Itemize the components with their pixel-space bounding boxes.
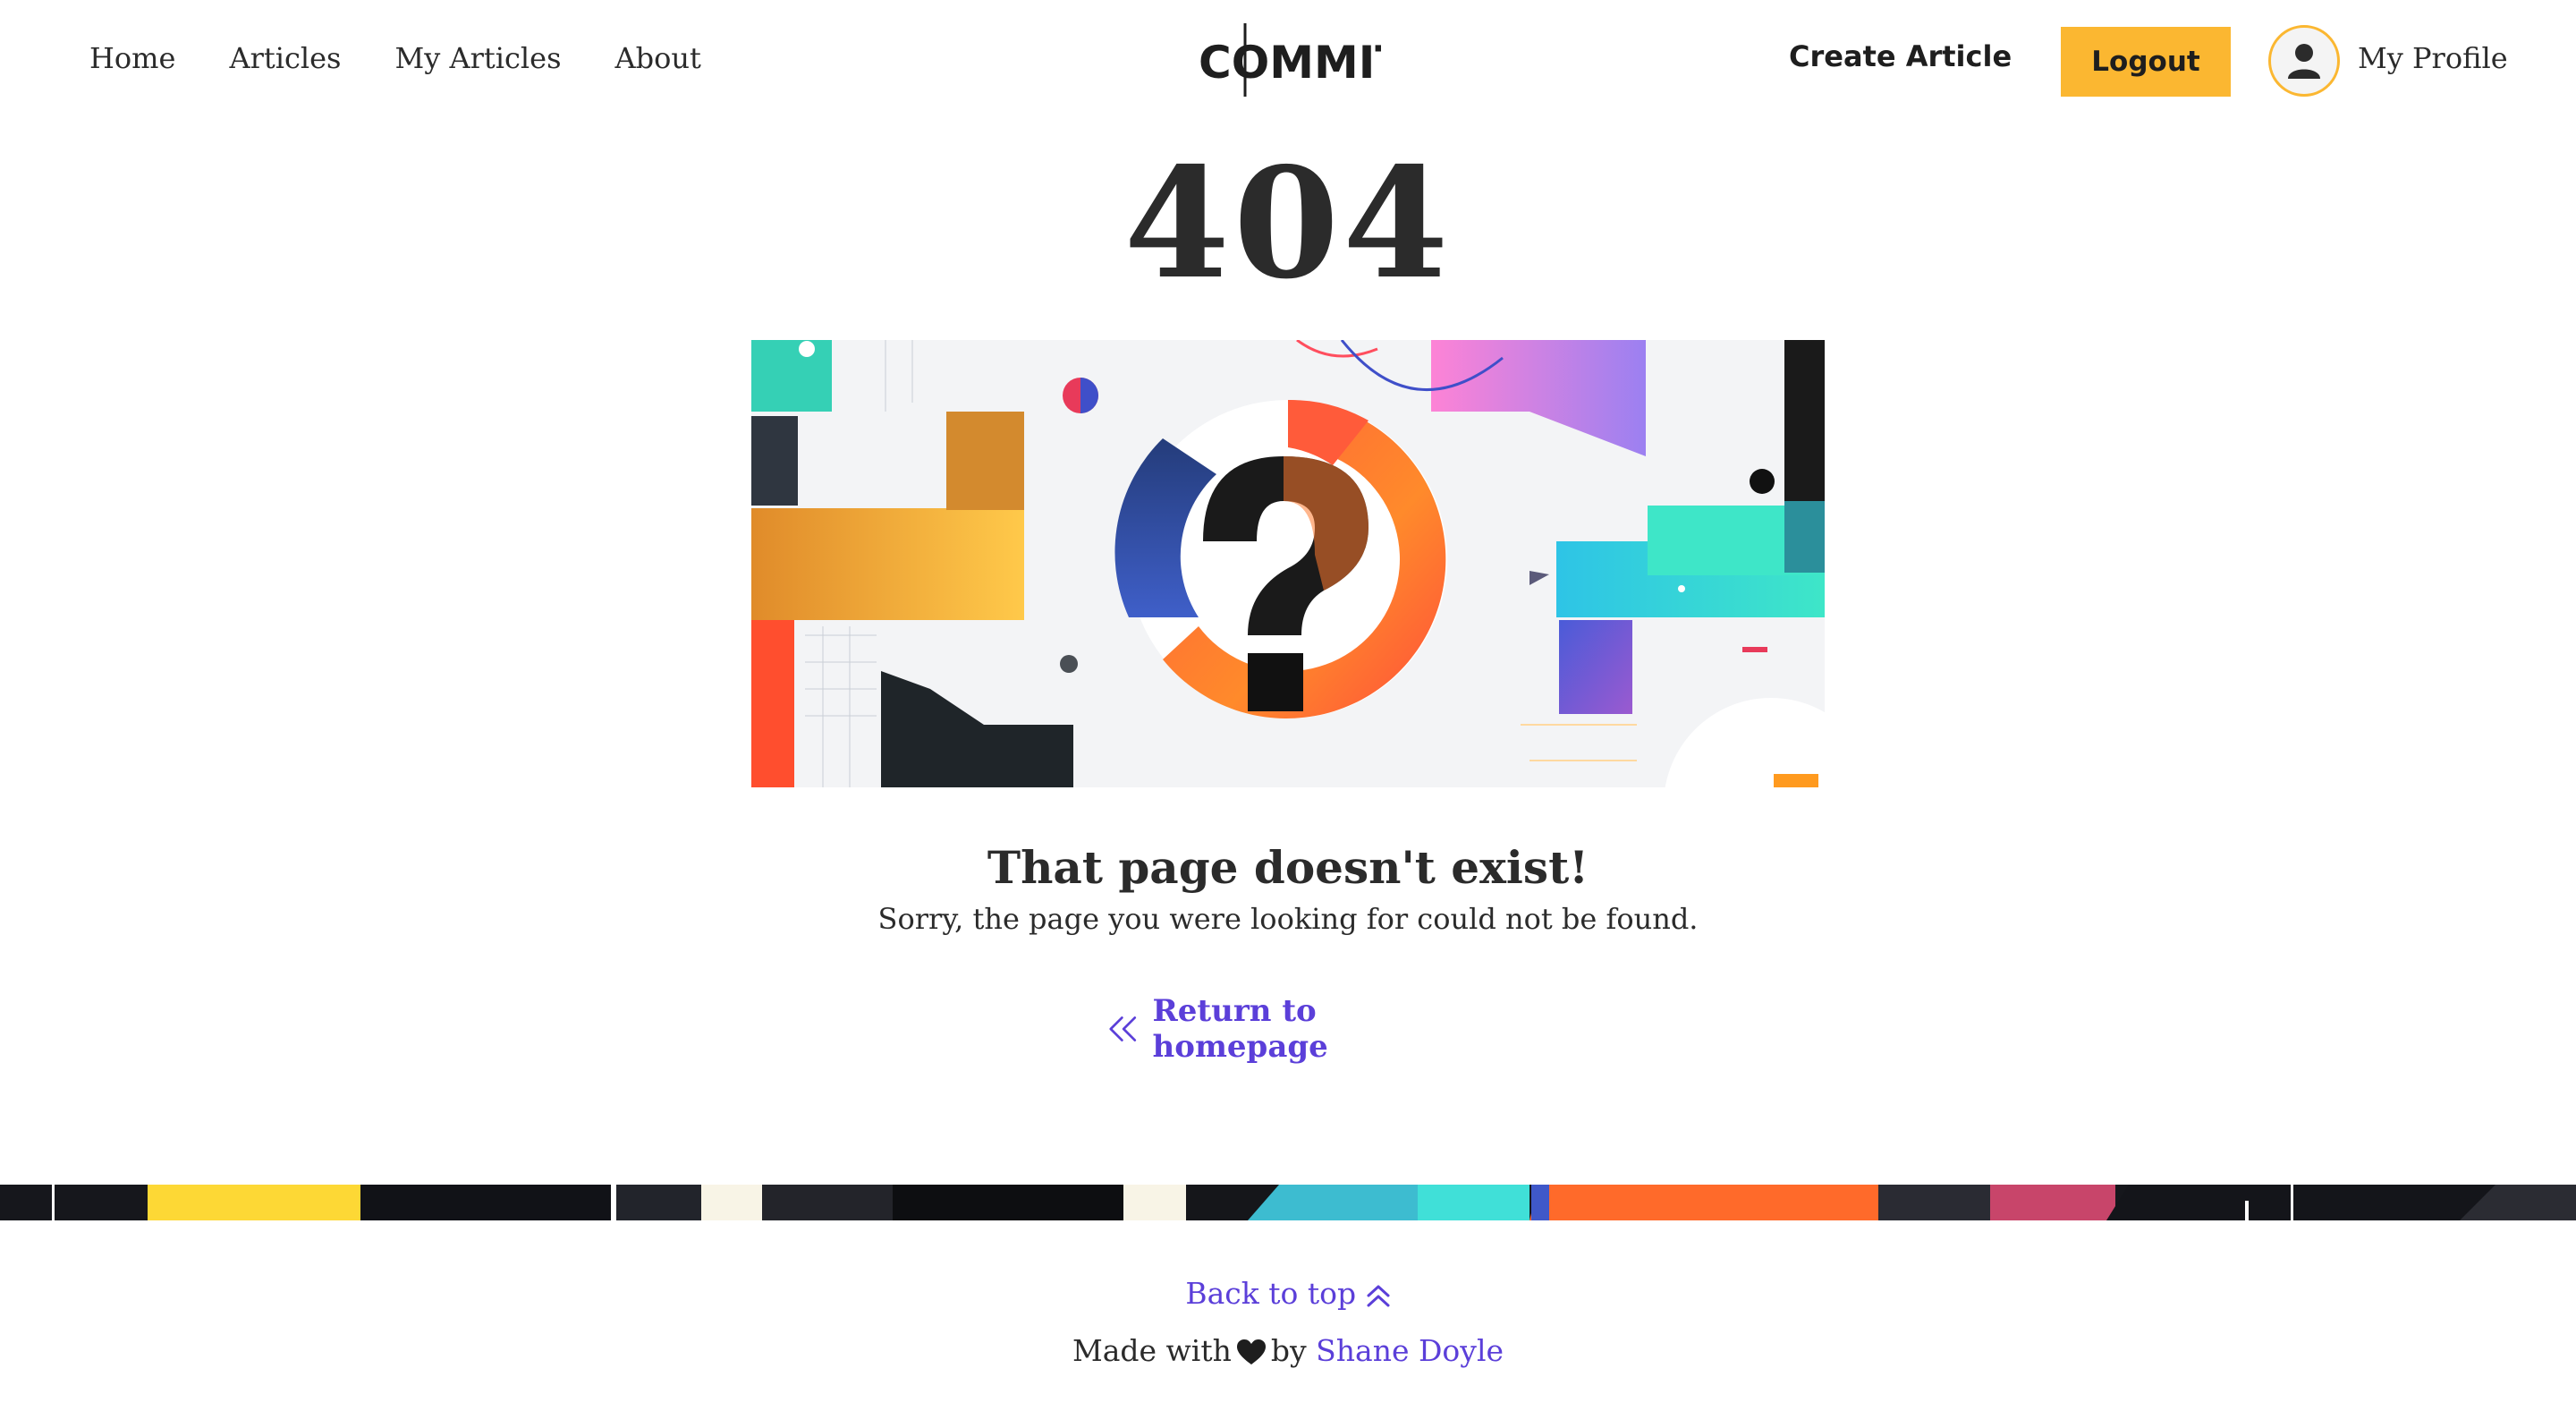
- author-link[interactable]: Shane Doyle: [1316, 1333, 1504, 1368]
- create-article-link[interactable]: Create Article: [1789, 39, 2012, 73]
- double-chevron-up-icon: [1367, 1285, 1390, 1307]
- return-homepage-link[interactable]: Return to homepage: [1109, 993, 1467, 1065]
- stripe-graphic: [0, 1185, 2576, 1220]
- error-message: Sorry, the page you were looking for cou…: [877, 902, 1699, 936]
- user-icon: [2288, 44, 2320, 79]
- back-to-top-label: Back to top: [1185, 1276, 1357, 1311]
- my-profile-link[interactable]: My Profile: [2358, 41, 2508, 75]
- nav-link-my-articles[interactable]: My Articles: [394, 41, 561, 75]
- logo-graphic: COMMIT: [1199, 23, 1405, 97]
- top-navigation: Home Articles My Articles About COMMIT C…: [0, 0, 2576, 125]
- main-nav: Home Articles My Articles About: [89, 41, 701, 75]
- error-illustration: [751, 340, 1825, 787]
- heart-icon: [1236, 1339, 1266, 1364]
- logout-button[interactable]: Logout: [2061, 27, 2231, 97]
- double-chevron-left-icon: [1109, 1016, 1137, 1041]
- back-to-top-link[interactable]: Back to top: [0, 1276, 2576, 1311]
- nav-link-articles[interactable]: Articles: [229, 41, 341, 75]
- nav-link-home[interactable]: Home: [89, 41, 175, 75]
- by-label: by: [1270, 1333, 1307, 1368]
- return-homepage-label: Return to homepage: [1152, 993, 1328, 1065]
- made-with-label: Made with: [1072, 1333, 1232, 1368]
- error-code: 404: [1123, 134, 1453, 313]
- nav-link-about[interactable]: About: [615, 41, 701, 75]
- avatar[interactable]: [2268, 25, 2340, 97]
- logo-wordmark: COMMIT: [1199, 37, 1381, 89]
- decorative-stripe: [0, 1185, 2576, 1220]
- footer-credit: Made with by Shane Doyle: [0, 1333, 2576, 1368]
- error-title: That page doesn't exist!: [987, 841, 1589, 894]
- site-logo[interactable]: COMMIT: [1199, 21, 1405, 98]
- question-mark-illustration: [751, 340, 1825, 787]
